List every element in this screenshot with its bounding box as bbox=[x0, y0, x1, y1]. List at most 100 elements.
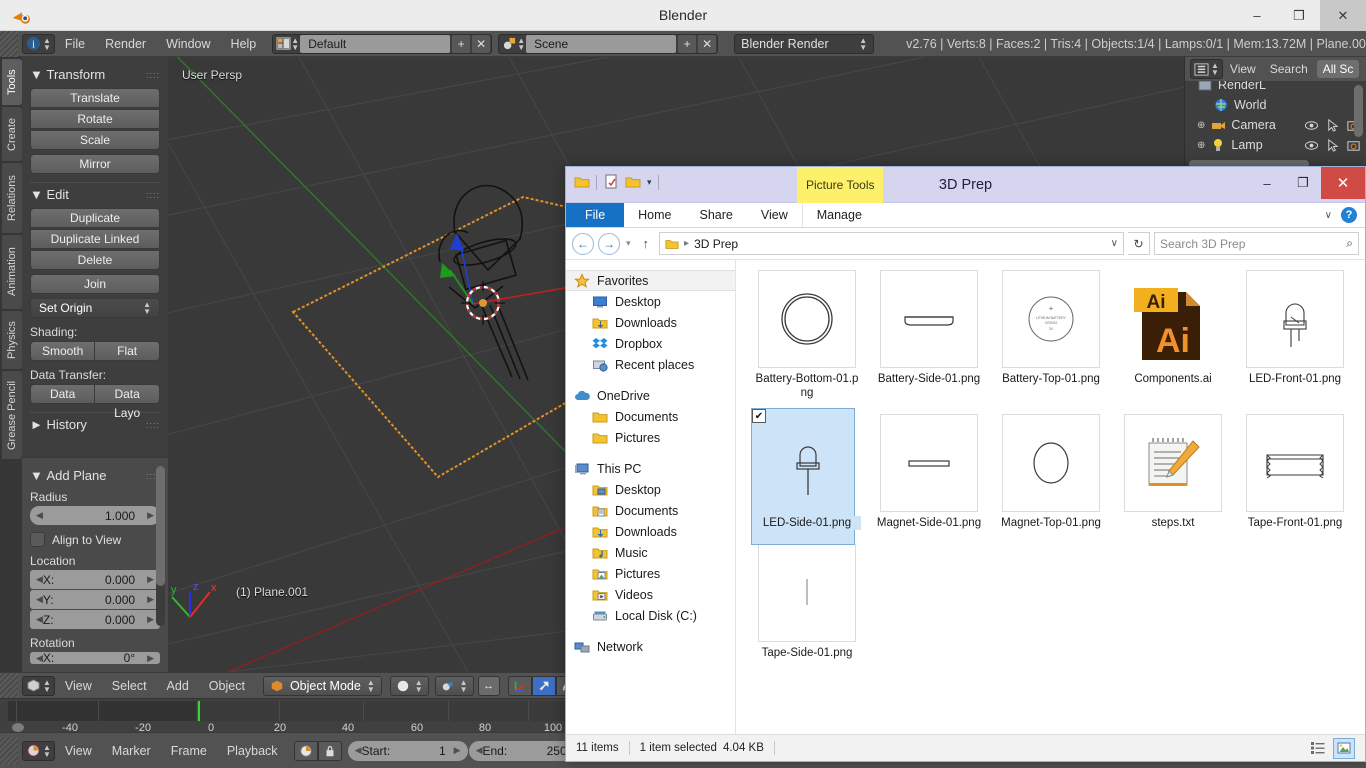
timeline-scroll-handle[interactable] bbox=[12, 723, 24, 732]
increment-arrow-icon[interactable]: ▶ bbox=[147, 510, 154, 521]
search-icon[interactable]: ⌕ bbox=[1346, 236, 1353, 251]
location-y-field[interactable]: ◀ Y: 0.000 ▶ bbox=[30, 590, 160, 609]
nav-item-network[interactable]: Network bbox=[566, 636, 735, 657]
increment-arrow-icon[interactable]: ▶ bbox=[454, 745, 461, 756]
outliner-row-camera[interactable]: ⊕ Camera bbox=[1185, 115, 1366, 135]
set-origin-dropdown[interactable]: Set Origin ▲ ▼ bbox=[30, 298, 160, 318]
remove-scene-button[interactable]: ✕ bbox=[698, 34, 717, 53]
file-tile[interactable]: steps.txt bbox=[1112, 414, 1234, 530]
scale-button[interactable]: Scale bbox=[30, 130, 160, 150]
decrement-arrow-icon[interactable]: ◀ bbox=[36, 510, 43, 521]
radius-field[interactable]: ◀ 1.000 ▶ bbox=[30, 506, 160, 525]
translate-mode-button[interactable] bbox=[531, 675, 556, 696]
forward-button[interactable]: → bbox=[598, 232, 620, 255]
manipulator-toggle-button[interactable]: ↔ bbox=[477, 675, 500, 696]
decrement-arrow-icon[interactable]: ◀ bbox=[36, 653, 43, 664]
view3d-menu-add[interactable]: Add bbox=[157, 673, 199, 699]
data-button[interactable]: Data bbox=[30, 384, 96, 404]
timeline-menu-frame[interactable]: Frame bbox=[161, 738, 217, 764]
nav-item-onedrive-pictures[interactable]: Pictures bbox=[566, 427, 735, 448]
scrollbar-thumb[interactable] bbox=[156, 466, 165, 586]
editor-type-selector-outliner[interactable]: ▲ ▼ bbox=[1190, 59, 1223, 79]
rotation-x-field[interactable]: ◀ X: 0° ▶ bbox=[30, 652, 160, 664]
align-to-view-checkbox[interactable] bbox=[30, 532, 45, 547]
nav-item-pc-pictures[interactable]: Pictures bbox=[566, 563, 735, 584]
viewport-shading-selector[interactable]: ▲ ▼ bbox=[389, 675, 429, 696]
chevron-down-icon[interactable]: ∨ bbox=[1325, 210, 1332, 221]
tab-share[interactable]: Share bbox=[686, 203, 747, 227]
blender-minimize-button[interactable]: – bbox=[1236, 0, 1278, 31]
expand-icon[interactable]: ⊕ bbox=[1197, 140, 1205, 151]
file-list-view[interactable]: Battery-Bottom-01.png Battery-Side-01.pn… bbox=[736, 260, 1365, 734]
scene-selector[interactable]: ▲ ▼ Scene + ✕ bbox=[498, 33, 719, 54]
file-tile-selected[interactable]: ✔ LED-Side-01.png bbox=[746, 408, 868, 545]
render-engine-selector[interactable]: Blender Render ▲ ▼ bbox=[734, 33, 875, 54]
file-tile[interactable]: LED-Front-01.png bbox=[1234, 270, 1356, 400]
transform-section-header[interactable]: ▼ Transform :::: bbox=[30, 67, 160, 82]
menu-file[interactable]: File bbox=[55, 31, 95, 57]
editor-type-selector-timeline[interactable]: ▲ ▼ bbox=[22, 740, 55, 761]
edit-section-header[interactable]: ▼ Edit :::: bbox=[30, 187, 160, 202]
mirror-button[interactable]: Mirror bbox=[30, 154, 160, 174]
screen-layout-selector[interactable]: ▲ ▼ Default + ✕ bbox=[272, 33, 493, 54]
nav-item-pc-documents[interactable]: Documents bbox=[566, 500, 735, 521]
nav-item-local-disk-c[interactable]: Local Disk (C:) bbox=[566, 605, 735, 626]
add-plane-header[interactable]: ▼ Add Plane :::: bbox=[30, 468, 160, 483]
nav-item-dropbox[interactable]: Dropbox bbox=[566, 333, 735, 354]
nav-item-recent-places[interactable]: Recent places bbox=[566, 354, 735, 375]
delete-button[interactable]: Delete bbox=[30, 250, 160, 270]
view3d-menu-select[interactable]: Select bbox=[102, 673, 157, 699]
editor-type-selector-info[interactable]: i ▲ ▼ bbox=[22, 33, 55, 54]
tab-create[interactable]: Create bbox=[2, 107, 22, 161]
tab-grease-pencil[interactable]: Grease Pencil bbox=[2, 371, 22, 459]
lock-time-button[interactable] bbox=[317, 740, 342, 761]
tab-manage[interactable]: Manage bbox=[801, 203, 876, 227]
shading-flat-button[interactable]: Flat bbox=[95, 341, 160, 361]
tab-physics[interactable]: Physics bbox=[2, 311, 22, 369]
history-section-header[interactable]: ► History :::: bbox=[30, 417, 160, 432]
up-button[interactable]: ↑ bbox=[637, 236, 656, 251]
tab-animation[interactable]: Animation bbox=[2, 235, 22, 309]
nav-item-favorites[interactable]: Favorites bbox=[566, 270, 735, 291]
nav-item-pc-music[interactable]: Music bbox=[566, 542, 735, 563]
outliner-menu-search[interactable]: Search bbox=[1263, 57, 1315, 81]
editor-type-selector-view3d[interactable]: ▲ ▼ bbox=[22, 675, 55, 696]
increment-arrow-icon[interactable]: ▶ bbox=[147, 594, 154, 605]
increment-arrow-icon[interactable]: ▶ bbox=[147, 614, 154, 625]
nav-item-downloads[interactable]: Downloads bbox=[566, 312, 735, 333]
blender-maximize-button[interactable]: ❒ bbox=[1278, 0, 1320, 31]
tab-view[interactable]: View bbox=[747, 203, 802, 227]
nav-item-pc-videos[interactable]: Videos bbox=[566, 584, 735, 605]
cursor-arrow-icon[interactable] bbox=[1325, 118, 1340, 133]
rotate-button[interactable]: Rotate bbox=[30, 109, 160, 129]
timeline-menu-playback[interactable]: Playback bbox=[217, 738, 288, 764]
cursor-arrow-icon[interactable] bbox=[1325, 138, 1340, 153]
duplicate-button[interactable]: Duplicate bbox=[30, 208, 160, 228]
file-tile[interactable]: Ai Ai Components.ai bbox=[1112, 270, 1234, 400]
thumbnail-view-button[interactable] bbox=[1333, 737, 1355, 759]
data-layout-button[interactable]: Data Layo bbox=[95, 384, 160, 420]
refresh-button[interactable]: ↻ bbox=[1128, 232, 1150, 255]
decrement-arrow-icon[interactable]: ◀ bbox=[36, 574, 43, 585]
eye-icon[interactable] bbox=[1304, 118, 1319, 133]
file-tile[interactable]: Tape-Side-01.png bbox=[746, 544, 868, 660]
tab-relations[interactable]: Relations bbox=[2, 163, 22, 233]
outliner-row-renderlayer[interactable]: RenderL bbox=[1185, 81, 1366, 95]
tab-tools[interactable]: Tools bbox=[2, 59, 22, 105]
explorer-maximize-button[interactable]: ❐ bbox=[1285, 167, 1321, 199]
explorer-minimize-button[interactable]: – bbox=[1249, 167, 1285, 199]
address-dropdown-icon[interactable]: ∨ bbox=[1111, 238, 1118, 249]
explorer-close-button[interactable]: ✕ bbox=[1321, 167, 1365, 199]
file-tile[interactable]: + LITHIUM BATTERY CR2032 3V Battery-Top-… bbox=[990, 270, 1112, 400]
tab-file[interactable]: File bbox=[566, 203, 625, 227]
frame-start-field[interactable]: ◀ Start: 1 ▶ bbox=[347, 740, 468, 761]
outliner-row-world[interactable]: World bbox=[1185, 95, 1366, 115]
translate-manipulator-button[interactable] bbox=[507, 675, 532, 696]
panel-scrollbar[interactable] bbox=[156, 466, 165, 626]
nav-item-this-pc[interactable]: This PC bbox=[566, 458, 735, 479]
decrement-arrow-icon[interactable]: ◀ bbox=[36, 614, 43, 625]
back-button[interactable]: ← bbox=[572, 232, 594, 255]
outliner-display-mode[interactable]: All Sc bbox=[1316, 60, 1360, 78]
nav-item-pc-downloads[interactable]: Downloads bbox=[566, 521, 735, 542]
file-tile[interactable]: Battery-Bottom-01.png bbox=[746, 270, 868, 400]
